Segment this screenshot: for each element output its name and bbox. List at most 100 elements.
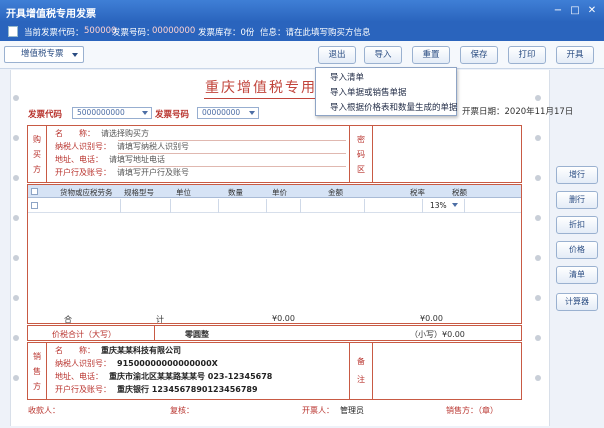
paper-hole (13, 375, 19, 381)
exit-button[interactable]: 退出 (318, 46, 356, 64)
drawer-value: 管理员 (340, 406, 364, 415)
paper-hole (13, 335, 19, 341)
reviewer-field[interactable]: 复核： (170, 405, 194, 416)
save-button[interactable]: 保存 (460, 46, 498, 64)
seller-name-row[interactable]: 名 称： 重庆某某科技有限公司 (55, 345, 181, 356)
buyer-name-row[interactable]: 名 称： 请选择购买方 (55, 128, 149, 139)
drawer-label: 开票人： (302, 406, 334, 415)
seller-address-label: 地址、电话： (55, 372, 103, 381)
payee-label: 收款人： (28, 406, 60, 415)
paper-hole (535, 135, 541, 141)
menu-item-import-list[interactable]: 导入清单 (330, 71, 364, 83)
col-spec: 规格型号 (124, 188, 154, 197)
paper-hole (13, 175, 19, 181)
paper-hole (535, 335, 541, 341)
invoice-number-select[interactable]: 00000000 (197, 107, 259, 119)
col-goods: 货物或应税劳务 (60, 188, 113, 197)
chevron-down-icon (72, 53, 78, 57)
buyer-bank-row[interactable]: 开户行及账号： 请填写开户行及账号 (55, 167, 189, 178)
menu-item-import-doc[interactable]: 导入单据或销售单据 (330, 86, 407, 98)
paper-hole (13, 295, 19, 301)
invoice-type-value: 增值税专票 (21, 49, 64, 59)
price-tax-words: 零圆整 (185, 330, 209, 339)
row-taxrate: 13% (430, 201, 447, 210)
menu-item-import-price[interactable]: 导入根据价格表和数量生成的单据 (330, 101, 458, 113)
price-tax-label: 价税合计（大写） (52, 330, 116, 339)
number-label: 发票号码： (112, 28, 155, 38)
invoice-code-value: 5000000000 (77, 108, 125, 117)
col-unit: 单位 (176, 188, 191, 197)
payee-field[interactable]: 收款人： (28, 405, 60, 416)
seller-address-value: 重庆市渝北区某某路某某号 023-12345678 (109, 372, 273, 381)
window-title: 开具增值税专用发票 (6, 9, 96, 20)
password-side-char: 区 (357, 165, 365, 174)
reset-button[interactable]: 重置 (412, 46, 450, 64)
buyer-address-value: 请填写地址电话 (109, 155, 165, 164)
total-amount: ¥0.00 (272, 314, 295, 323)
buyer-taxid-value: 请填写纳税人识别号 (117, 142, 189, 151)
buyer-name-label: 名 称： (55, 129, 95, 138)
invoice-date: 开票日期：2020年11月17日 (462, 107, 574, 117)
cell-divider (364, 199, 365, 213)
paper-hole (13, 135, 19, 141)
buyer-bank-value: 请填写开户行及账号 (117, 168, 189, 177)
note-side-char: 备 (357, 357, 365, 366)
paper-hole (535, 215, 541, 221)
seller-address-row[interactable]: 地址、电话： 重庆市渝北区某某路某某号 023-12345678 (55, 371, 272, 382)
list-button[interactable]: 清单 (556, 266, 598, 284)
stock-text: 发票库存：0份 (198, 28, 255, 38)
cell-divider (464, 199, 465, 213)
buyer-name-value: 请选择购买方 (101, 129, 149, 138)
buyer-address-row[interactable]: 地址、电话： 请填写地址电话 (55, 154, 165, 165)
cell-divider (170, 199, 171, 213)
table-row[interactable]: 13% (28, 199, 521, 213)
seller-stamp-label: 销售方：（章） (446, 406, 498, 415)
select-all-checkbox[interactable] (31, 188, 38, 195)
seller-bank-row[interactable]: 开户行及账号： 重庆银行 1234567890123456789 (55, 384, 258, 395)
import-menu: 导入清单 导入单据或销售单据 导入根据价格表和数量生成的单据 (315, 67, 458, 116)
issue-button[interactable]: 开具 (556, 46, 594, 64)
delete-row-button[interactable]: 删行 (556, 191, 598, 209)
paper-hole (13, 95, 19, 101)
invoice-type-dropdown[interactable]: 增值税专票 (4, 46, 84, 63)
maximize-button[interactable]: □ (567, 3, 583, 18)
paper-hole (535, 175, 541, 181)
total-label: 合 (64, 315, 72, 324)
chevron-down-icon[interactable] (452, 203, 458, 207)
calculator-button[interactable]: 计算器 (556, 293, 598, 311)
cell-divider (218, 199, 219, 213)
col-tax: 税额 (452, 188, 467, 197)
print-button[interactable]: 打印 (508, 46, 546, 64)
chevron-down-icon (249, 111, 255, 115)
drawer-field: 开票人： 管理员 (302, 405, 364, 416)
paper-hole (13, 215, 19, 221)
reviewer-label: 复核： (170, 406, 194, 415)
total-tax: ¥0.00 (420, 314, 443, 323)
cell-divider (266, 199, 267, 213)
code-label: 当前发票代码： (24, 28, 84, 38)
buyer-address-label: 地址、电话： (55, 155, 103, 164)
discount-button[interactable]: 折扣 (556, 216, 598, 234)
row-checkbox[interactable] (31, 202, 38, 209)
note-input[interactable] (378, 346, 518, 396)
close-button[interactable]: ✕ (584, 3, 600, 18)
seller-name-label: 名 称： (55, 346, 95, 355)
col-amount: 金额 (328, 188, 343, 197)
paper-hole (535, 295, 541, 301)
invoice-code-select[interactable]: 5000000000 (72, 107, 152, 119)
import-button[interactable]: 导入 (364, 46, 402, 64)
title-underline (204, 98, 316, 99)
minimize-button[interactable]: − (550, 3, 566, 18)
add-row-button[interactable]: 增行 (556, 166, 598, 184)
price-button[interactable]: 价格 (556, 241, 598, 259)
col-qty: 数量 (228, 188, 243, 197)
buyer-taxid-row[interactable]: 纳税人识别号： 请填写纳税人识别号 (55, 141, 189, 152)
goods-table-header: 货物或应税劳务 规格型号 单位 数量 单价 金额 税率 税额 (28, 185, 521, 198)
col-price: 单价 (272, 188, 287, 197)
seller-taxid-value: 91500000000000000X (117, 359, 218, 368)
buyer-side-char: 方 (33, 165, 41, 174)
seller-taxid-row[interactable]: 纳税人识别号： 91500000000000000X (55, 358, 218, 369)
invoice-number-label: 发票号码 (155, 110, 190, 120)
note-side-char: 注 (357, 375, 365, 384)
chevron-down-icon (142, 111, 148, 115)
